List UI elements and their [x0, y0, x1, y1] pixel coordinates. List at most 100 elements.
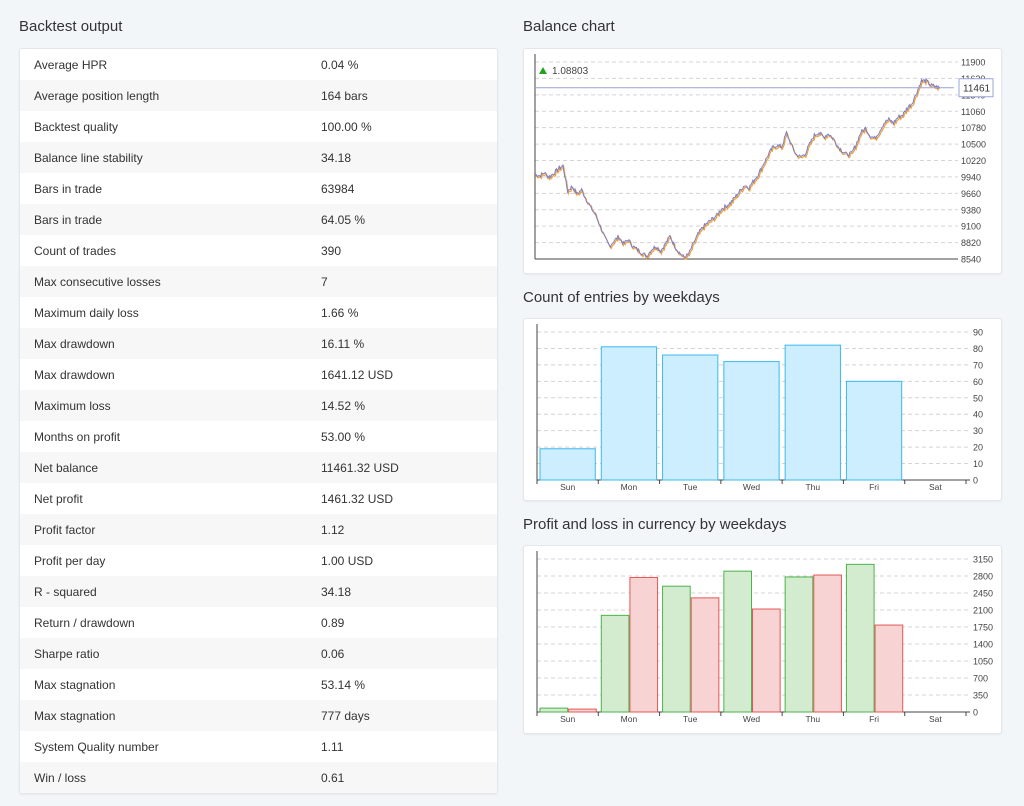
stat-label: Profit per day — [34, 553, 106, 568]
x-tick-label: Sun — [560, 714, 575, 724]
profit-bar-sun — [539, 707, 569, 713]
loss-bar-tue — [690, 597, 720, 713]
stat-value: 0.61 — [321, 770, 345, 785]
profit-bar-thu — [784, 576, 814, 713]
y-tick-label: 9100 — [961, 222, 981, 232]
stat-value: 777 days — [321, 708, 370, 723]
stat-label: Bars in trade — [34, 181, 103, 196]
y-tick-label: 10500 — [961, 140, 986, 150]
stat-label: Net balance — [34, 460, 99, 475]
loss-bar-fri — [874, 624, 904, 713]
profit-bar-wed — [723, 570, 753, 713]
stat-value: 64.05 % — [321, 212, 366, 227]
count-by-weekday-chart: 0 10 20 30 40 50 60 70 80 90 Sun Mon Tue Wed Thu Fri Sat — [536, 324, 983, 492]
x-tick-label: Mon — [621, 482, 638, 492]
y-tick-label: 8820 — [961, 238, 981, 248]
stat-value: 7 — [321, 274, 328, 289]
stat-row: Net balance 11461.32 USD — [20, 452, 497, 483]
x-tick-label: Mon — [621, 714, 638, 724]
stat-value: 1.00 USD — [321, 553, 374, 568]
x-tick-label: Wed — [743, 482, 761, 492]
stat-value: 0.06 — [321, 646, 345, 661]
loss-bar-wed — [752, 608, 781, 713]
stat-value: 53.14 % — [321, 677, 366, 692]
stat-label: Max consecutive losses — [34, 274, 161, 289]
stat-row: Net profit 1461.32 USD — [20, 483, 497, 514]
stat-row: Win / loss 0.61 — [20, 762, 497, 793]
y-tick-label: 3150 — [973, 555, 993, 565]
backtest-output-table: Average HPR 0.04 % Average position length… — [19, 48, 498, 794]
x-tick-label: Fri — [869, 714, 879, 724]
y-tick-label: 10 — [973, 459, 983, 469]
stat-value: 390 — [321, 243, 342, 258]
stat-row: Bars in trade 64.05 % — [20, 204, 497, 235]
x-tick-label: Tue — [683, 482, 698, 492]
y-tick-label: 90 — [973, 328, 983, 338]
stat-row: Max drawdown 16.11 % — [20, 328, 497, 359]
y-tick-label: 9380 — [961, 205, 981, 215]
bar-thu — [784, 344, 841, 481]
loss-bar-thu — [813, 574, 842, 713]
balance-line — [534, 77, 941, 259]
loss-bar-mon — [629, 576, 659, 713]
stat-row: Max stagnation 53.14 % — [20, 669, 497, 700]
y-tick-label: 9940 — [961, 172, 981, 182]
balance-line-shadow — [535, 78, 941, 261]
stat-row: Bars in trade 63984 — [20, 173, 497, 204]
stat-label: Bars in trade — [34, 212, 103, 227]
y-tick-label: 350 — [973, 691, 988, 701]
stat-label: Profit factor — [34, 522, 96, 537]
stat-value: 63984 — [321, 181, 355, 196]
y-tick-label: 80 — [973, 344, 983, 354]
y-tick-label: 11900 — [961, 58, 985, 68]
y-tick-label: 2100 — [973, 606, 993, 616]
stat-label: Maximum loss — [34, 398, 111, 413]
stat-label: Count of trades — [34, 243, 117, 258]
stat-value: 16.11 % — [321, 336, 365, 351]
profit-bar-tue — [662, 585, 691, 713]
stat-value: 34.18 — [321, 150, 352, 165]
stat-label: Max stagnation — [34, 708, 116, 723]
y-tick-label: 10780 — [961, 123, 986, 133]
x-tick-label: Fri — [869, 482, 879, 492]
indicator-label: 1.08803 — [552, 66, 589, 77]
y-tick-label: 1400 — [973, 640, 993, 650]
y-tick-label: 8540 — [961, 255, 981, 265]
stat-row: Max consecutive losses 7 — [20, 266, 497, 297]
stat-row: Balance line stability 34.18 — [20, 142, 497, 173]
stat-label: Max drawdown — [34, 336, 115, 351]
stat-row: Maximum daily loss 1.66 % — [20, 297, 497, 328]
stat-row: Sharpe ratio 0.06 — [20, 638, 497, 669]
stat-row: Return / drawdown 0.89 — [20, 607, 497, 638]
bar-tue — [662, 354, 719, 481]
stat-row: Profit per day 1.00 USD — [20, 545, 497, 576]
bar-mon — [600, 346, 658, 481]
stat-row: R - squared 34.18 — [20, 576, 497, 607]
y-tick-label: 0 — [973, 708, 978, 718]
stat-label: Sharpe ratio — [34, 646, 100, 661]
stat-row: Months on profit 53.00 % — [20, 421, 497, 452]
stat-label: Average position length — [34, 88, 160, 103]
stat-row: Average HPR 0.04 % — [20, 49, 497, 80]
x-tick-label: Thu — [805, 714, 820, 724]
count-chart-title: Count of entries by weekdays — [523, 289, 720, 306]
up-arrow-icon — [539, 67, 547, 74]
stat-value: 100.00 % — [321, 119, 372, 134]
stat-value: 1.12 — [321, 522, 345, 537]
stat-label: Return / drawdown — [34, 615, 135, 630]
stat-value: 53.00 % — [321, 429, 366, 444]
y-tick-label: 60 — [973, 377, 983, 387]
count-chart-panel: 0 10 20 30 40 50 60 70 80 90 Sun Mon Tue Wed Thu Fri Sat — [523, 318, 1002, 501]
stat-row: Average position length 164 bars — [20, 80, 497, 111]
x-tick-label: Sun — [560, 482, 575, 492]
stat-value: 1641.12 USD — [321, 367, 394, 382]
y-tick-label: 50 — [973, 393, 983, 403]
stat-label: R - squared — [34, 584, 97, 599]
y-tick-label: 2450 — [973, 589, 993, 599]
backtest-output-title: Backtest output — [19, 18, 123, 35]
stat-label: Max drawdown — [34, 367, 115, 382]
y-tick-label: 2800 — [973, 572, 993, 582]
stat-label: Average HPR — [34, 57, 108, 72]
current-value-label: 11461 — [963, 84, 991, 95]
stat-label: System Quality number — [34, 739, 159, 754]
